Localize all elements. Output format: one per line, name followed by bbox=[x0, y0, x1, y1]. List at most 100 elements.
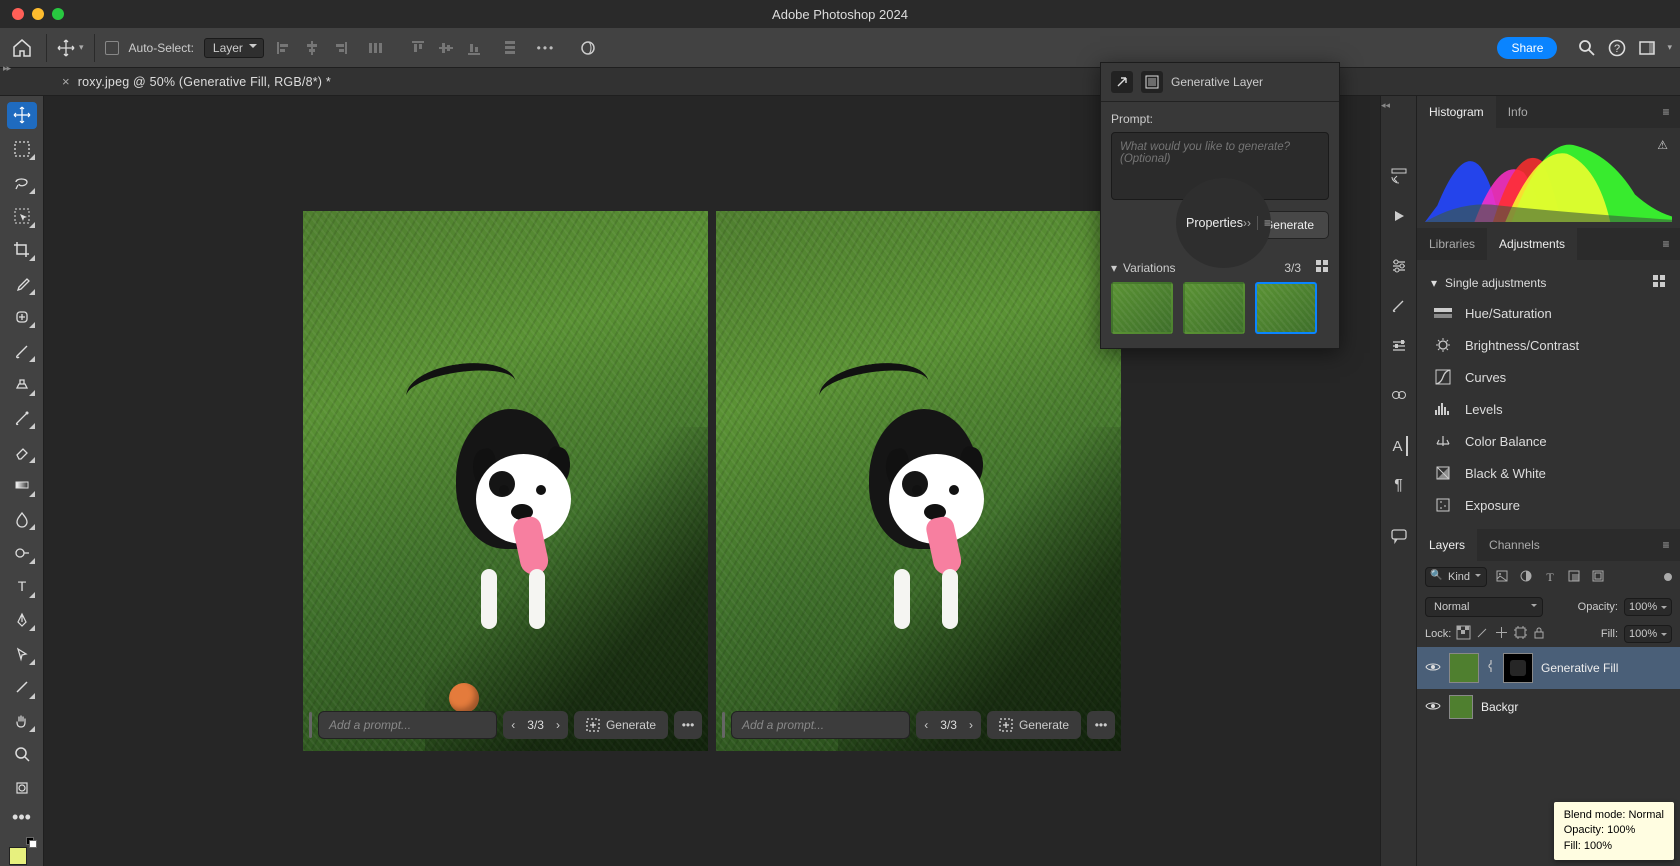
close-tab-icon[interactable]: × bbox=[62, 74, 70, 89]
layer-thumbnail[interactable] bbox=[1449, 695, 1473, 719]
generative-layer-flyout-icon[interactable] bbox=[1111, 71, 1133, 93]
panel-icon-brush-settings[interactable] bbox=[1389, 336, 1409, 356]
lock-transparency-icon[interactable] bbox=[1457, 626, 1470, 642]
collapse-panel-icon[interactable]: ›› bbox=[1243, 216, 1251, 230]
adj-levels[interactable]: Levels bbox=[1421, 393, 1676, 425]
panel-icon-comments[interactable] bbox=[1389, 526, 1409, 546]
zoom-tool[interactable] bbox=[7, 741, 37, 768]
panel-icon-properties[interactable] bbox=[1389, 256, 1409, 276]
tool-preset-chevron-icon[interactable]: ▾ bbox=[79, 42, 84, 53]
layer-name[interactable]: Backgr bbox=[1481, 700, 1518, 714]
prompt-input[interactable]: Add a prompt... bbox=[318, 711, 497, 739]
minimize-window-button[interactable] bbox=[32, 8, 44, 20]
align-right-icon[interactable] bbox=[330, 38, 350, 58]
generate-button[interactable]: Generate bbox=[574, 711, 668, 739]
prev-variation-icon[interactable]: ‹ bbox=[916, 718, 936, 732]
filter-pixel-icon[interactable] bbox=[1493, 569, 1511, 586]
auto-select-checkbox[interactable] bbox=[105, 41, 119, 55]
hand-tool[interactable] bbox=[7, 708, 37, 735]
taskbar-grip[interactable] bbox=[722, 712, 725, 738]
lock-all-icon[interactable] bbox=[1533, 626, 1545, 642]
pen-tool[interactable] bbox=[7, 607, 37, 634]
align-bottom-icon[interactable] bbox=[464, 38, 484, 58]
tab-adjustments[interactable]: Adjustments bbox=[1487, 228, 1577, 260]
fill-dropdown[interactable]: 100% bbox=[1624, 625, 1672, 643]
visibility-toggle-icon[interactable] bbox=[1425, 700, 1441, 715]
search-icon[interactable] bbox=[1577, 38, 1597, 58]
panel-menu-icon[interactable]: ≡ bbox=[1652, 228, 1680, 260]
prompt-input[interactable]: Add a prompt... bbox=[731, 711, 910, 739]
layer-thumbnail[interactable] bbox=[1449, 653, 1479, 683]
panel-icon-actions[interactable] bbox=[1389, 206, 1409, 226]
tab-libraries[interactable]: Libraries bbox=[1417, 228, 1487, 260]
filter-toggle[interactable] bbox=[1664, 573, 1672, 581]
document-tab[interactable]: × roxy.jpeg @ 50% (Generative Fill, RGB/… bbox=[48, 70, 345, 93]
move-tool[interactable] bbox=[7, 102, 37, 129]
line-tool[interactable] bbox=[7, 674, 37, 701]
adjustments-grid-view-icon[interactable] bbox=[1652, 274, 1666, 291]
adj-exposure[interactable]: Exposure bbox=[1421, 489, 1676, 521]
panel-icon-swatches[interactable] bbox=[1389, 386, 1409, 406]
panel-menu-icon[interactable]: ≡ bbox=[1264, 216, 1271, 230]
chevron-down-icon[interactable]: ▾ bbox=[1431, 276, 1437, 290]
type-tool[interactable]: T bbox=[7, 573, 37, 600]
next-variation-icon[interactable]: › bbox=[961, 718, 981, 732]
taskbar-more-icon[interactable]: ••• bbox=[1087, 711, 1115, 739]
auto-select-target-dropdown[interactable]: Layer bbox=[204, 38, 264, 58]
variation-thumbnail-2[interactable] bbox=[1183, 282, 1245, 334]
tab-info[interactable]: Info bbox=[1496, 96, 1540, 128]
layer-filter-kind-dropdown[interactable]: Kind bbox=[1425, 567, 1487, 587]
dodge-tool[interactable] bbox=[7, 539, 37, 566]
align-top-icon[interactable] bbox=[408, 38, 428, 58]
marquee-tool[interactable] bbox=[7, 136, 37, 163]
adj-hue-saturation[interactable]: Hue/Saturation bbox=[1421, 297, 1676, 329]
color-swatches[interactable] bbox=[7, 839, 37, 866]
filter-shape-icon[interactable] bbox=[1565, 569, 1583, 586]
edit-toolbar-icon[interactable]: ••• bbox=[7, 808, 37, 826]
lasso-tool[interactable] bbox=[7, 169, 37, 196]
layer-background[interactable]: Backgr bbox=[1417, 689, 1680, 725]
align-vcenter-icon[interactable] bbox=[436, 38, 456, 58]
eyedropper-tool[interactable] bbox=[7, 270, 37, 297]
distribute-h-icon[interactable] bbox=[366, 38, 386, 58]
adj-curves[interactable]: Curves bbox=[1421, 361, 1676, 393]
panel-icon-history[interactable] bbox=[1389, 166, 1409, 186]
tab-histogram[interactable]: Histogram bbox=[1417, 96, 1496, 128]
align-left-icon[interactable] bbox=[274, 38, 294, 58]
share-button[interactable]: Share bbox=[1497, 37, 1557, 59]
panel-icon-paragraph[interactable]: ¶ bbox=[1389, 476, 1409, 496]
help-icon[interactable]: ? bbox=[1607, 38, 1627, 58]
variation-thumbnail-1[interactable] bbox=[1111, 282, 1173, 334]
taskbar-grip[interactable] bbox=[309, 712, 312, 738]
blur-tool[interactable] bbox=[7, 506, 37, 533]
next-variation-icon[interactable]: › bbox=[548, 718, 568, 732]
more-options-icon[interactable]: ••• bbox=[536, 38, 556, 58]
adj-black-white[interactable]: Black & White bbox=[1421, 457, 1676, 489]
blend-mode-dropdown[interactable]: Normal bbox=[1425, 597, 1543, 617]
adj-brightness-contrast[interactable]: Brightness/Contrast bbox=[1421, 329, 1676, 361]
healing-brush-tool[interactable] bbox=[7, 304, 37, 331]
opacity-dropdown[interactable]: 100% bbox=[1624, 598, 1672, 616]
clone-stamp-tool[interactable] bbox=[7, 371, 37, 398]
drag-handle-left[interactable]: ▸▸ bbox=[3, 63, 10, 74]
prev-variation-icon[interactable]: ‹ bbox=[503, 718, 523, 732]
tab-layers[interactable]: Layers bbox=[1417, 529, 1477, 561]
align-hcenter-icon[interactable] bbox=[302, 38, 322, 58]
distribute-v-icon[interactable] bbox=[500, 38, 520, 58]
variations-grid-icon[interactable] bbox=[1315, 259, 1329, 276]
layer-name[interactable]: Generative Fill bbox=[1541, 661, 1618, 675]
panel-menu-icon[interactable]: ≡ bbox=[1652, 529, 1680, 561]
gradient-tool[interactable] bbox=[7, 472, 37, 499]
layer-mask-thumbnail[interactable] bbox=[1503, 653, 1533, 683]
lock-position-icon[interactable] bbox=[1495, 626, 1508, 642]
chevron-down-icon[interactable]: ▾ bbox=[1111, 261, 1117, 275]
workspace-chevron-icon[interactable]: ▾ bbox=[1667, 42, 1672, 53]
properties-panel[interactable]: Properties ›› ≡ Generative Layer Prompt:… bbox=[1100, 62, 1340, 349]
panel-icon-brushes[interactable] bbox=[1389, 296, 1409, 316]
taskbar-more-icon[interactable]: ••• bbox=[674, 711, 702, 739]
lock-paint-icon[interactable] bbox=[1476, 626, 1489, 642]
path-select-tool[interactable] bbox=[7, 640, 37, 667]
lock-artboard-icon[interactable] bbox=[1514, 626, 1527, 642]
object-select-tool[interactable] bbox=[7, 203, 37, 230]
zoom-window-button[interactable] bbox=[52, 8, 64, 20]
